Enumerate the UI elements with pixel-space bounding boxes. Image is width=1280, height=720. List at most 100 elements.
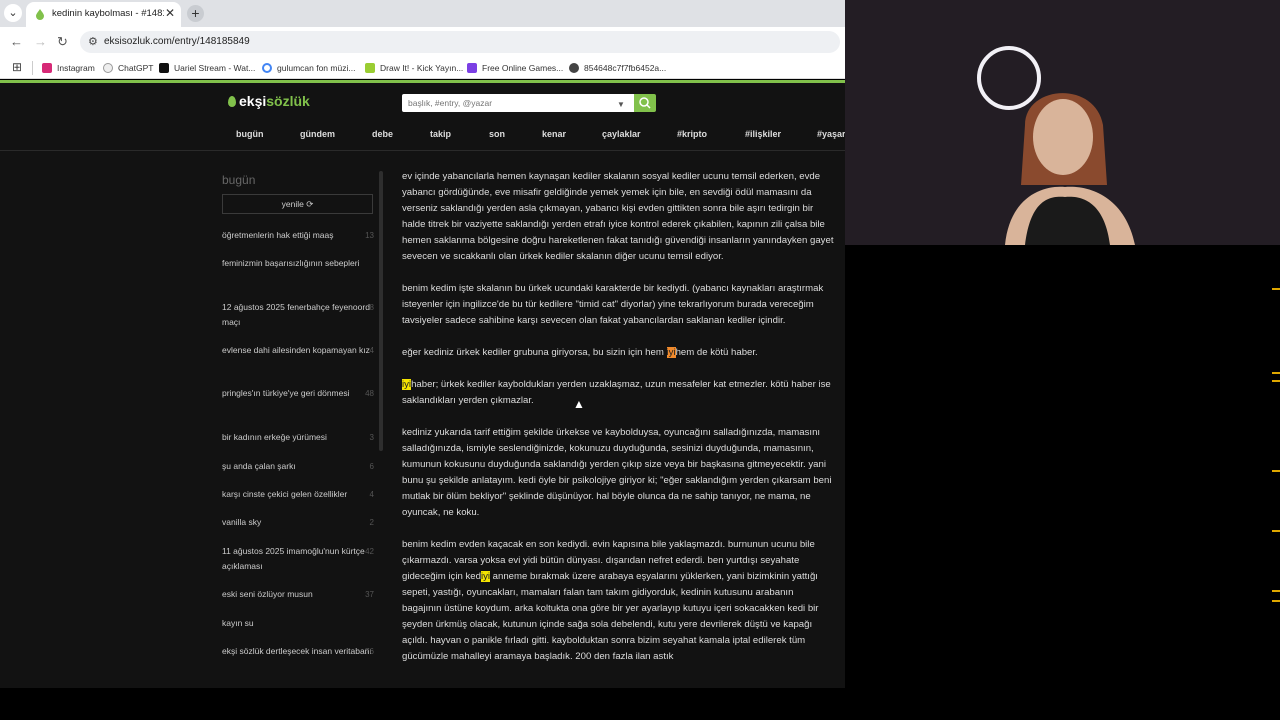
topic-title: 12 ağustos 2025 fenerbahçe feyenoord maç… bbox=[222, 302, 370, 327]
topic-item[interactable]: ekşi sözlük dertleşecek insan veritabanı… bbox=[222, 644, 374, 659]
bottom-bar bbox=[0, 688, 1280, 720]
topic-count: 37 bbox=[365, 590, 374, 599]
tab-close-icon[interactable]: ✕ bbox=[165, 6, 175, 20]
strip-mark bbox=[1272, 288, 1280, 290]
topic-title: ekşi sözlük dertleşecek insan veritabanı bbox=[222, 646, 372, 656]
sidebar-scrollbar[interactable] bbox=[379, 171, 383, 451]
topic-title: kayın su bbox=[222, 618, 254, 628]
strip-mark bbox=[1272, 590, 1280, 592]
topic-item[interactable]: bir kadının erkeğe yürümesi 3 bbox=[222, 430, 374, 445]
new-tab-button[interactable]: + bbox=[187, 5, 204, 22]
kick-icon bbox=[159, 63, 169, 73]
bookmark-chatgpt[interactable]: ChatGPT bbox=[103, 61, 153, 75]
nav-iliskiler[interactable]: #ilişkiler bbox=[745, 129, 781, 139]
games-icon bbox=[467, 63, 477, 73]
forward-icon[interactable]: → bbox=[34, 34, 47, 49]
bookmark-gulumcan[interactable]: gulumcan fon müzi... bbox=[262, 61, 355, 75]
entry-paragraph: benim kedim evden kaçacak en son kediydi… bbox=[402, 539, 821, 662]
topic-item[interactable]: öğretmenlerin hak ettiği maaş 13 bbox=[222, 228, 374, 243]
logo-text-b: sözlük bbox=[266, 93, 310, 109]
back-icon[interactable]: ← bbox=[10, 34, 23, 49]
topic-title: pringles'ın türkiye'ye geri dönmesi bbox=[222, 388, 350, 398]
topic-item[interactable]: eski seni özlüyor musun 37 bbox=[222, 587, 374, 602]
entry-paragraph: kediniz yukarıda tarif ettiğim şekilde ü… bbox=[402, 427, 835, 518]
side-strip bbox=[1270, 245, 1280, 688]
topic-item[interactable]: karşı cinste çekici gelen özellikler 4 bbox=[222, 487, 374, 502]
streamer-image bbox=[1005, 93, 1135, 245]
nav-takip[interactable]: takip bbox=[430, 129, 451, 139]
bookmark-hash[interactable]: 854648c7f7fb6452a... bbox=[569, 61, 666, 75]
address-bar[interactable]: ⚙ eksisozluk.com/entry/148185849 bbox=[80, 31, 840, 53]
topic-count: 76 bbox=[365, 647, 374, 656]
topic-item[interactable]: 11 ağustos 2025 imamoğlu'nun kürtçe açık… bbox=[222, 544, 374, 574]
nav-kenar[interactable]: kenar bbox=[542, 129, 566, 139]
nav-yasar[interactable]: #yaşar bbox=[817, 129, 845, 139]
paragraph-text: haber; ürkek kediler kayboldukları yerde… bbox=[402, 379, 834, 406]
url-text[interactable]: eksisozluk.com/entry/148185849 bbox=[104, 36, 250, 47]
active-tab[interactable]: kedinin kaybolması - #1481858 ✕ bbox=[26, 2, 181, 27]
site-info-icon[interactable]: ⚙ bbox=[88, 35, 98, 48]
webcam-overlay bbox=[845, 0, 1280, 245]
bookmarks-separator bbox=[32, 61, 33, 75]
bookmark-label: Uariel Stream - Wat... bbox=[174, 63, 256, 73]
bookmark-uariel-stream[interactable]: Uariel Stream - Wat... bbox=[159, 61, 255, 75]
topic-count: 6 bbox=[369, 462, 374, 471]
search-highlight: iyi bbox=[666, 347, 676, 358]
entry-paragraph: benim kedim işte skalanın bu ürkek ucund… bbox=[402, 283, 826, 326]
topic-title: eski seni özlüyor musun bbox=[222, 589, 313, 599]
bookmark-label: Free Online Games... bbox=[482, 63, 564, 73]
mouse-cursor-icon: ▲ bbox=[573, 397, 585, 411]
topic-item[interactable]: vanilla sky 2 bbox=[222, 515, 374, 530]
site-logo[interactable]: ekşi sözlük bbox=[228, 93, 310, 109]
bookmark-label: ChatGPT bbox=[118, 63, 154, 73]
topic-count: 3 bbox=[369, 433, 374, 442]
chatgpt-icon bbox=[103, 63, 113, 73]
topic-item[interactable]: pringles'ın türkiye'ye geri dönmesi 48 bbox=[222, 386, 374, 401]
instagram-icon bbox=[42, 63, 52, 73]
eksi-page: ekşisözlük ▼ bugün gündem debe takip son… bbox=[0, 83, 845, 688]
refresh-button[interactable]: yenile ⟳ bbox=[222, 194, 373, 214]
draw-it-icon bbox=[365, 63, 375, 73]
tab-strip: ⌄ kedinin kaybolması - #1481858 ✕ + bbox=[0, 0, 845, 27]
bookmark-instagram[interactable]: Instagram bbox=[42, 61, 95, 75]
reload-icon[interactable]: ↻ bbox=[57, 34, 68, 50]
entry-paragraph: ev içinde yabancılarla hemen kaynaşan ke… bbox=[402, 171, 837, 262]
nav-gundem[interactable]: gündem bbox=[300, 129, 335, 139]
topic-item[interactable]: kayın su bbox=[222, 616, 372, 631]
tab-title: kedinin kaybolması - #1481858 bbox=[52, 8, 164, 19]
toolbar: ← → ↻ ⚙ eksisozluk.com/entry/148185849 bbox=[0, 27, 845, 57]
bookmark-free-online-games[interactable]: Free Online Games... bbox=[467, 61, 563, 75]
search-options-caret-icon[interactable]: ▼ bbox=[617, 100, 625, 109]
strip-mark bbox=[1272, 380, 1280, 382]
topic-count: 2 bbox=[369, 518, 374, 527]
nav-son[interactable]: son bbox=[489, 129, 505, 139]
topic-item[interactable]: şu anda çalan şarkı 6 bbox=[222, 459, 374, 474]
bookmarks-bar: ⊞ Instagram ChatGPT Uariel Stream - Wat.… bbox=[0, 57, 845, 79]
nav-kripto[interactable]: #kripto bbox=[677, 129, 707, 139]
search-highlight: iyi bbox=[402, 379, 412, 390]
topic-item[interactable]: feminizmin başarısızlığının sebepleri bbox=[222, 256, 372, 271]
topic-item[interactable]: evlense dahi ailesinden kopamayan kız 4 bbox=[222, 343, 374, 358]
search-input[interactable] bbox=[402, 94, 634, 112]
strip-mark bbox=[1272, 600, 1280, 602]
nav-bugun[interactable]: bugün bbox=[236, 129, 264, 139]
strip-mark bbox=[1272, 530, 1280, 532]
topic-title: evlense dahi ailesinden kopamayan kız bbox=[222, 345, 370, 355]
bookmark-draw-it[interactable]: Draw It! - Kick Yayın... bbox=[365, 61, 463, 75]
nav-debe[interactable]: debe bbox=[372, 129, 393, 139]
topic-count: 48 bbox=[365, 389, 374, 398]
search-button[interactable] bbox=[634, 94, 656, 112]
paragraph-text: anneme bırakmak üzere arabaya eşyalarını… bbox=[402, 571, 822, 662]
topic-item[interactable]: 12 ağustos 2025 fenerbahçe feyenoord maç… bbox=[222, 300, 374, 330]
entry-paragraph: eğer kediniz ürkek kediler grubuna giriy… bbox=[402, 347, 758, 358]
apps-grid-icon[interactable]: ⊞ bbox=[12, 60, 22, 74]
eksi-favicon-icon bbox=[36, 9, 44, 20]
nav-divider bbox=[0, 150, 845, 151]
logo-drop-icon bbox=[228, 95, 236, 107]
nav-caylaklar[interactable]: çaylaklar bbox=[602, 129, 641, 139]
tab-search-button[interactable]: ⌄ bbox=[4, 4, 22, 22]
topic-title: öğretmenlerin hak ettiği maaş bbox=[222, 230, 334, 240]
topic-count: 13 bbox=[365, 231, 374, 240]
topic-title: karşı cinste çekici gelen özellikler bbox=[222, 489, 348, 499]
paragraph-text: eğer kediniz ürkek kediler grubuna giriy… bbox=[402, 347, 667, 358]
